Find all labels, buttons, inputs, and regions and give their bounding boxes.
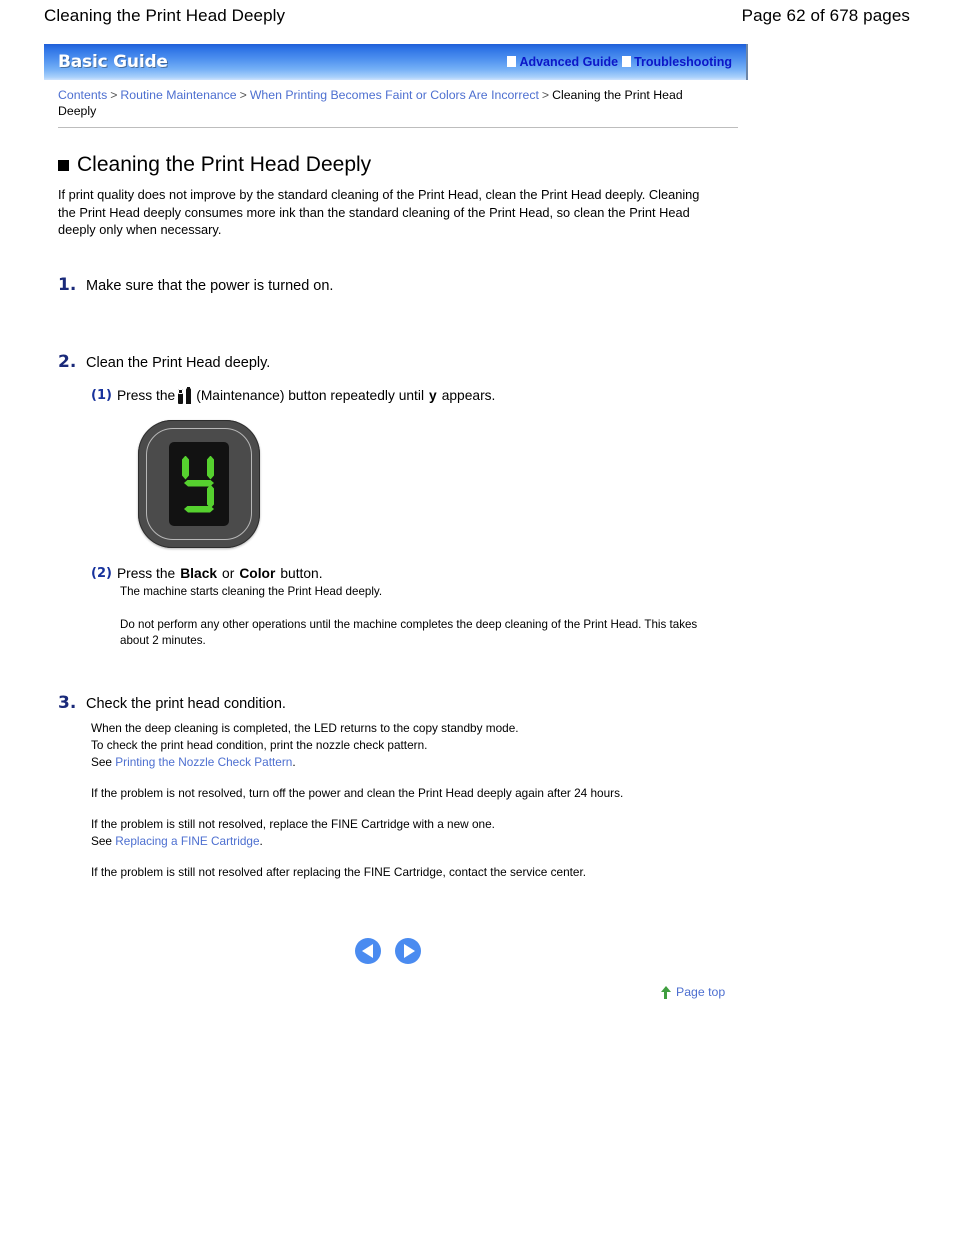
- step-1-text: Make sure that the power is turned on.: [86, 277, 334, 294]
- breadcrumb-item-routine-maintenance[interactable]: Routine Maintenance: [120, 88, 236, 102]
- see-label-1: See: [91, 754, 112, 769]
- substep-1-code: y: [429, 387, 437, 403]
- guide-bar-links: Advanced Guide Troubleshooting: [507, 55, 736, 70]
- step-3-see-line-2: See Replacing a FINE Cartridge.: [91, 833, 758, 850]
- see-label-2: See: [91, 833, 112, 848]
- white-square-icon: [622, 56, 632, 67]
- nozzle-check-pattern-link[interactable]: Printing the Nozzle Check Pattern: [115, 755, 292, 769]
- led-segment-g: [184, 480, 214, 487]
- replacing-fine-cartridge-link[interactable]: Replacing a FINE Cartridge: [115, 834, 259, 848]
- led-display-figure: [138, 419, 758, 548]
- basic-guide-brand: Basic Guide: [58, 52, 168, 72]
- substep-2-text-after: button.: [280, 565, 323, 581]
- color-button-label: Color: [239, 565, 276, 581]
- step-3-detail-4: If the problem is still not resolved, re…: [91, 816, 495, 831]
- step-3-detail-2: To check the print head condition, print…: [91, 737, 428, 752]
- step-3-number: 3.: [58, 692, 77, 713]
- arrow-left-icon: [361, 944, 373, 958]
- period-2: .: [259, 833, 263, 848]
- step-2-number: 2.: [58, 351, 77, 372]
- step-2-text: Clean the Print Head deeply.: [86, 354, 271, 371]
- led-segment-d: [184, 506, 214, 513]
- page-title: Cleaning the Print Head Deeply: [44, 6, 286, 25]
- step-3-detail-3: If the problem is not resolved, turn off…: [91, 785, 624, 800]
- maintenance-icon: [178, 386, 193, 404]
- section-intro-text: If print quality does not improve by the…: [58, 187, 700, 237]
- step-2: 2. Clean the Print Head deeply.: [58, 352, 758, 372]
- square-bullet-icon: [58, 159, 69, 171]
- substep-1-number: (1): [91, 387, 112, 403]
- page-navigation: [355, 938, 421, 964]
- screwdriver-shape: [186, 386, 192, 404]
- step-3-see-line-1: See Printing the Nozzle Check Pattern.: [91, 754, 758, 771]
- substep-2-text-mid: or: [222, 565, 235, 581]
- substep-1-text-after: appears.: [441, 387, 496, 403]
- substep-2-note-2: Do not perform any other operations unti…: [120, 617, 698, 647]
- page-top-label: Page top: [676, 985, 726, 999]
- step-3-detail-5: If the problem is still not resolved aft…: [91, 864, 587, 879]
- page-count-label: Page 62 of 678 pages: [741, 6, 910, 25]
- breadcrumb-separator: >: [110, 88, 118, 102]
- breadcrumb-separator: >: [239, 88, 247, 102]
- step-2-substep-1: (1) Press the (Maintenance) button repea…: [91, 386, 758, 404]
- step-1-number: 1.: [58, 274, 77, 295]
- guide-title-bar: Basic Guide Advanced Guide Troubleshooti…: [44, 44, 748, 80]
- substep-2-note-1: The machine starts cleaning the Print He…: [120, 584, 383, 598]
- step-3: 3. Check the print head condition.: [58, 693, 758, 713]
- period-1: .: [292, 754, 296, 769]
- breadcrumb-item-contents[interactable]: Contents: [58, 88, 107, 102]
- led-module-body: [138, 419, 260, 548]
- step-3-detail-1: When the deep cleaning is completed, the…: [91, 720, 519, 735]
- guide-frame: Basic Guide Advanced Guide Troubleshooti…: [44, 44, 748, 128]
- next-page-button[interactable]: [395, 938, 421, 964]
- step-2-substep-2: (2) Press the Black or Color button.: [91, 566, 758, 581]
- step-3-text: Check the print head condition.: [86, 695, 286, 712]
- advanced-guide-label: Advanced Guide: [519, 54, 619, 69]
- breadcrumb: Contents > Routine Maintenance > When Printi…: [44, 80, 734, 119]
- step-1: 1. Make sure that the power is turned on…: [58, 275, 758, 295]
- black-button-label: Black: [180, 565, 218, 581]
- arrow-up-icon: [660, 985, 671, 999]
- breadcrumb-divider: [58, 127, 738, 128]
- content-area: Cleaning the Print Head Deeply If print …: [58, 152, 758, 881]
- substep-2-text-before: Press the: [116, 565, 176, 581]
- substep-2-number: (2): [91, 565, 112, 581]
- breadcrumb-item-when-printing-becomes-faint[interactable]: When Printing Becomes Faint or Colors Ar…: [250, 88, 539, 102]
- substep-1-text-before: Press the: [116, 387, 176, 403]
- substep-1-text-mid: (Maintenance) button repeatedly until: [196, 387, 425, 403]
- wrench-shape: [178, 388, 184, 404]
- white-square-icon: [507, 56, 517, 67]
- printed-page-header: Cleaning the Print Head Deeply Page 62 o…: [0, 0, 954, 32]
- troubleshooting-link[interactable]: Troubleshooting: [622, 55, 732, 69]
- arrow-right-icon: [403, 944, 415, 958]
- troubleshooting-label: Troubleshooting: [634, 54, 732, 69]
- led-segment-b: [207, 456, 214, 480]
- page-top-link[interactable]: Page top: [660, 985, 725, 999]
- advanced-guide-link[interactable]: Advanced Guide: [507, 55, 618, 69]
- led-segment-f: [182, 456, 189, 480]
- previous-page-button[interactable]: [355, 938, 381, 964]
- section-heading: Cleaning the Print Head Deeply: [58, 152, 758, 178]
- section-heading-label: Cleaning the Print Head Deeply: [77, 153, 372, 176]
- breadcrumb-separator: >: [541, 88, 550, 102]
- led-segment-c: [207, 485, 214, 509]
- led-screen: [169, 441, 229, 526]
